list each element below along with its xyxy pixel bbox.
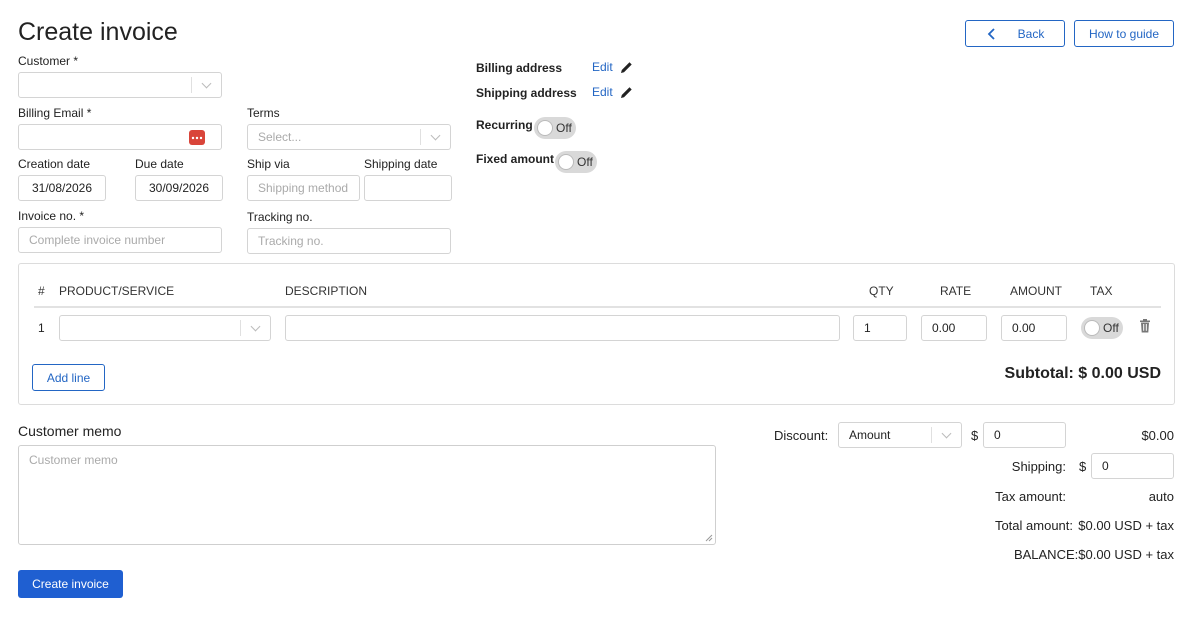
invoice-no-placeholder: Complete invoice number (29, 233, 166, 247)
recurring-label: Recurring (476, 118, 533, 132)
due-date-label: Due date (135, 157, 184, 171)
discount-total: $0.00 (1141, 428, 1174, 443)
tracking-no-input[interactable]: Tracking no. (247, 228, 451, 254)
resize-handle-icon[interactable] (705, 534, 713, 542)
shipping-address-edit-link[interactable]: Edit (592, 85, 633, 99)
customer-memo-textarea[interactable]: Customer memo (18, 445, 716, 545)
balance-label: BALANCE: (1013, 547, 1079, 562)
trash-icon[interactable] (1139, 319, 1151, 333)
terms-placeholder: Select... (258, 130, 302, 144)
creation-date-input[interactable]: 31/08/2026 (18, 175, 106, 201)
toggle-knob (1084, 320, 1100, 336)
discount-value-input[interactable]: 0 (983, 422, 1066, 448)
add-line-label: Add line (46, 370, 91, 385)
recurring-state: Off (556, 121, 572, 135)
invoice-no-input[interactable]: Complete invoice number (18, 227, 222, 253)
billing-address-label: Billing address (476, 61, 563, 75)
creation-date-label: Creation date (18, 157, 91, 171)
ship-via-label: Ship via (247, 157, 290, 171)
due-date-value: 30/09/2026 (148, 181, 210, 195)
amount-value: 0.00 (1012, 321, 1036, 335)
toggle-knob (537, 120, 553, 136)
qty-value: 1 (864, 321, 871, 335)
column-header-num: # (38, 284, 45, 298)
rate-input[interactable]: 0.00 (921, 315, 987, 341)
fixed-amount-state: Off (577, 155, 593, 169)
discount-type-value: Amount (849, 428, 891, 442)
terms-select[interactable]: Select... (247, 124, 451, 150)
chevron-down-icon (240, 320, 270, 336)
ship-via-input[interactable]: Shipping method (247, 175, 360, 201)
invoice-no-label: Invoice no. * (18, 209, 85, 223)
back-button-label: Back (1017, 26, 1045, 41)
edit-label: Edit (592, 85, 613, 99)
total-amount-value: $0.00 USD + tax (1078, 518, 1174, 533)
billing-address-edit-link[interactable]: Edit (592, 60, 633, 74)
total-amount-label: Total amount: (994, 518, 1073, 533)
ship-via-placeholder: Shipping method (258, 181, 349, 195)
chevron-down-icon (420, 129, 450, 145)
shipping-address-label: Shipping address (476, 86, 577, 100)
billing-email-input[interactable] (18, 124, 222, 150)
chevron-down-icon (931, 427, 961, 443)
fixed-amount-label: Fixed amount (476, 152, 555, 166)
add-line-button[interactable]: Add line (32, 364, 105, 391)
column-header-rate: RATE (940, 284, 972, 298)
customer-select[interactable] (18, 72, 222, 98)
qty-input[interactable]: 1 (853, 315, 907, 341)
customer-memo-placeholder: Customer memo (29, 453, 118, 467)
column-header-product: PRODUCT/SERVICE (59, 284, 175, 298)
column-header-description: DESCRIPTION (285, 284, 368, 298)
shipping-date-label: Shipping date (364, 157, 438, 171)
column-header-tax: TAX (1090, 284, 1113, 298)
fixed-amount-toggle[interactable]: Off (555, 151, 597, 173)
tracking-no-label: Tracking no. (247, 210, 313, 224)
recurring-toggle[interactable]: Off (534, 117, 576, 139)
column-header-qty: QTY (869, 284, 894, 298)
toggle-knob (558, 154, 574, 170)
tax-amount-value: auto (1148, 489, 1174, 504)
chevron-left-icon (987, 27, 995, 40)
password-manager-icon[interactable] (189, 130, 205, 145)
billing-email-label: Billing Email * (18, 106, 92, 120)
customer-memo-title: Customer memo (18, 423, 122, 439)
page-title: Create invoice (18, 18, 178, 46)
terms-label: Terms (247, 106, 280, 120)
due-date-input[interactable]: 30/09/2026 (135, 175, 223, 201)
creation-date-value: 31/08/2026 (31, 181, 93, 195)
shipping-date-input[interactable] (364, 175, 452, 201)
shipping-value-input[interactable]: 0 (1091, 453, 1174, 479)
product-service-select[interactable] (59, 315, 271, 341)
shipping-label: Shipping: (1011, 459, 1066, 474)
balance-row: BALANCE:$0.00 USD + tax (1014, 547, 1174, 562)
amount-input[interactable]: 0.00 (1001, 315, 1067, 341)
tracking-no-placeholder: Tracking no. (258, 234, 324, 248)
discount-label: Discount: (774, 428, 829, 443)
pencil-icon (620, 61, 632, 73)
tax-toggle[interactable]: Off (1081, 317, 1123, 339)
tax-state: Off (1103, 321, 1119, 335)
description-input[interactable] (285, 315, 840, 341)
shipping-value: 0 (1102, 459, 1109, 473)
column-header-amount: AMOUNT (1010, 284, 1062, 298)
pencil-icon (620, 86, 632, 98)
how-to-guide-button[interactable]: How to guide (1074, 20, 1174, 47)
table-header-divider (34, 306, 1161, 308)
edit-label: Edit (592, 60, 613, 74)
discount-currency-symbol: $ (971, 428, 979, 443)
customer-label: Customer * (18, 54, 79, 68)
row-number: 1 (38, 321, 45, 335)
back-button[interactable]: Back (965, 20, 1065, 47)
chevron-down-icon (191, 77, 221, 93)
rate-value: 0.00 (932, 321, 956, 335)
discount-type-select[interactable]: Amount (838, 422, 962, 448)
tax-amount-label: Tax amount: (995, 489, 1066, 504)
how-to-guide-label: How to guide (1088, 26, 1160, 41)
shipping-currency-symbol: $ (1079, 459, 1087, 474)
create-invoice-label: Create invoice (32, 577, 109, 591)
subtotal-text: Subtotal: $ 0.00 USD (1004, 365, 1161, 382)
balance-value: $0.00 USD + tax (1078, 547, 1174, 562)
discount-value: 0 (994, 428, 1001, 442)
create-invoice-button[interactable]: Create invoice (18, 570, 123, 598)
